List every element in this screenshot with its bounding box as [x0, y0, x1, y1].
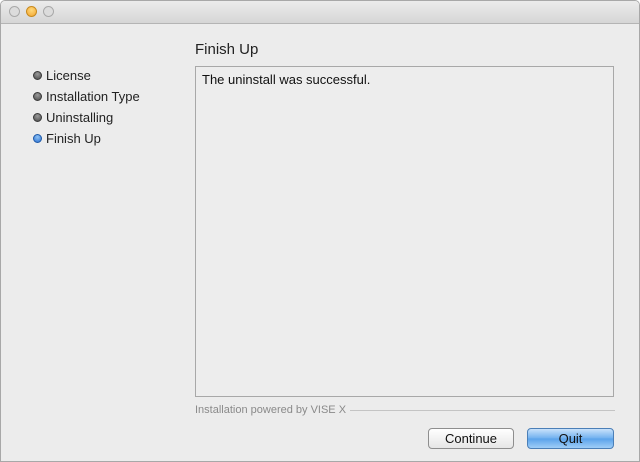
close-window-icon[interactable]	[9, 6, 20, 17]
steps-sidebar: License Installation Type Uninstalling F…	[33, 65, 140, 149]
step-label: Installation Type	[46, 89, 140, 104]
quit-button[interactable]: Quit	[527, 428, 614, 449]
message-pane: The uninstall was successful.	[195, 66, 614, 397]
step-label: Uninstalling	[46, 110, 114, 125]
step-finish-up: Finish Up	[33, 128, 140, 149]
divider-line	[350, 409, 615, 411]
page-title: Finish Up	[195, 41, 259, 58]
step-bullet-icon	[33, 113, 42, 122]
step-label: Finish Up	[46, 131, 101, 146]
continue-button[interactable]: Continue	[428, 428, 514, 449]
zoom-window-icon[interactable]	[43, 6, 54, 17]
powered-by-text: Installation powered by VISE X	[195, 404, 347, 416]
title-bar[interactable]	[1, 1, 639, 24]
step-uninstalling: Uninstalling	[33, 107, 140, 128]
step-bullet-icon	[33, 71, 42, 80]
minimize-window-icon[interactable]	[26, 6, 37, 17]
step-license: License	[33, 65, 140, 86]
step-bullet-icon	[33, 92, 42, 101]
status-message: The uninstall was successful.	[202, 72, 371, 87]
step-active-bullet-icon	[33, 134, 42, 143]
step-installation-type: Installation Type	[33, 86, 140, 107]
installer-window: License Installation Type Uninstalling F…	[0, 0, 640, 462]
step-label: License	[46, 68, 91, 83]
footer-divider: Installation powered by VISE X	[195, 404, 615, 416]
